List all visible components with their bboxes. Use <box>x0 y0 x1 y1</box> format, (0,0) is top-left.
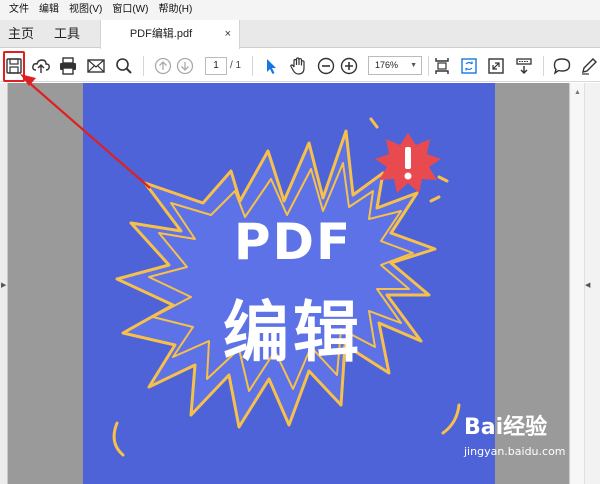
chevron-left-icon[interactable]: ◀ <box>585 281 590 289</box>
select-tool-button[interactable] <box>260 55 282 77</box>
toolbar-separator <box>143 56 144 76</box>
toolbar-separator <box>428 56 429 76</box>
left-panel-toggle[interactable]: ▶ <box>0 83 8 484</box>
rotate-button[interactable] <box>458 55 480 77</box>
chevron-right-icon: ▶ <box>1 282 7 289</box>
toolbar: 1 / 1 176% ▼ <box>0 49 600 82</box>
menu-file[interactable]: 文件 <box>4 0 34 20</box>
select-arrow-icon <box>267 59 276 74</box>
menu-edit[interactable]: 编辑 <box>34 0 64 20</box>
hand-tool-button[interactable] <box>287 55 309 77</box>
full-screen-button[interactable] <box>485 55 507 77</box>
full-screen-icon <box>488 58 504 74</box>
comment-icon <box>553 58 571 75</box>
tab-home[interactable]: 主页 <box>4 20 38 48</box>
zoom-level-select[interactable]: 176% ▼ <box>368 56 422 75</box>
save-icon <box>6 58 22 74</box>
page-total-label: / 1 <box>230 60 242 71</box>
page-number-input[interactable]: 1 <box>205 57 227 75</box>
print-button[interactable] <box>57 55 79 77</box>
rotate-icon <box>461 58 477 74</box>
draw-button[interactable] <box>578 55 600 77</box>
menu-help[interactable]: 帮助(H) <box>153 0 197 20</box>
print-icon <box>60 57 76 75</box>
pdf-heading: PDF <box>233 213 353 271</box>
scroll-up-icon[interactable]: ▲ <box>574 89 581 96</box>
next-page-button[interactable] <box>174 55 196 77</box>
upload-cloud-icon <box>32 59 50 73</box>
toolbar-separator <box>543 56 544 76</box>
close-tab-icon[interactable]: × <box>225 20 231 48</box>
pen-icon <box>582 58 597 75</box>
zoom-in-button[interactable] <box>338 55 360 77</box>
upload-button[interactable] <box>30 55 52 77</box>
toolbar-separator <box>252 56 253 76</box>
watermark-logo: Bai经验 <box>464 415 548 440</box>
search-button[interactable] <box>113 55 135 77</box>
email-button[interactable] <box>85 55 107 77</box>
tab-document[interactable]: PDF编辑.pdf × <box>100 20 240 49</box>
save-button[interactable] <box>3 55 25 77</box>
zoom-out-button[interactable] <box>315 55 337 77</box>
zoom-in-icon <box>340 57 358 75</box>
fit-page-button[interactable] <box>431 55 453 77</box>
read-mode-button[interactable] <box>513 55 535 77</box>
menu-view[interactable]: 视图(V) <box>64 0 107 20</box>
read-mode-icon <box>516 58 532 74</box>
page-down-icon <box>176 57 194 75</box>
menu-window[interactable]: 窗口(W) <box>107 0 153 20</box>
comment-button[interactable] <box>551 55 573 77</box>
menu-bar: 文件 编辑 视图(V) 窗口(W) 帮助(H) <box>0 0 600 20</box>
document-tab-title: PDF编辑.pdf <box>129 28 193 40</box>
search-icon <box>116 58 132 74</box>
zoom-out-icon <box>317 57 335 75</box>
edit-heading: 编辑 <box>223 294 363 371</box>
previous-page-button[interactable] <box>152 55 174 77</box>
page-up-icon <box>154 57 172 75</box>
email-icon <box>87 59 105 73</box>
fit-page-icon <box>435 58 449 74</box>
chevron-down-icon: ▼ <box>410 62 417 69</box>
pdf-page: PDF 编辑 <box>83 83 495 484</box>
hand-tool-icon <box>290 57 305 75</box>
tab-tools[interactable]: 工具 <box>50 20 84 48</box>
baidu-watermark: Bai经验 jingyan.baidu.com <box>464 409 584 467</box>
watermark-url: jingyan.baidu.com <box>464 445 566 458</box>
pdf-reader-window: 文件 编辑 视图(V) 窗口(W) 帮助(H) 主页 工具 PDF编辑.pdf … <box>0 0 600 484</box>
tab-bar: 主页 工具 PDF编辑.pdf × <box>0 20 600 49</box>
zoom-level-value: 176% <box>375 60 399 70</box>
